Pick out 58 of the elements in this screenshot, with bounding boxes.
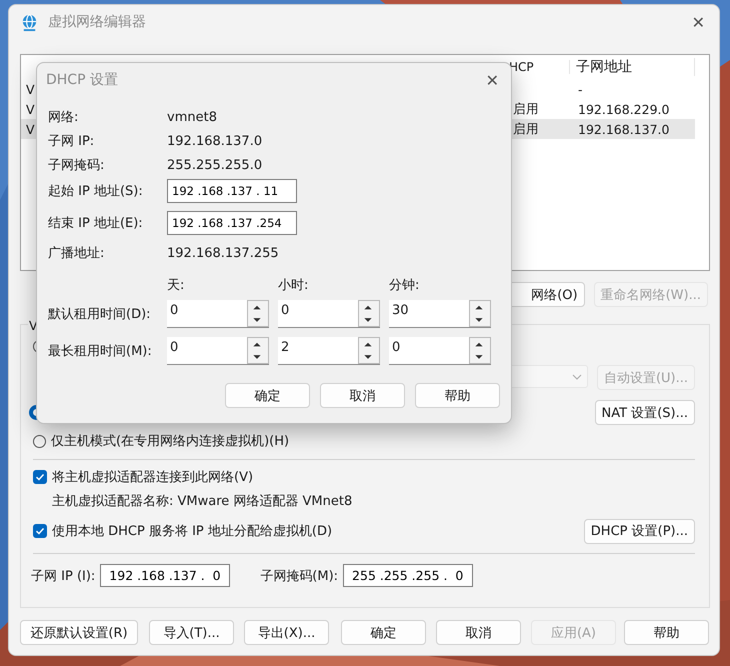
dialog-button[interactable]: 帮助 <box>415 383 500 408</box>
dialog-title: DHCP 设置 <box>46 71 118 89</box>
nat-settings-button[interactable]: NAT 设置(S)... <box>594 400 695 425</box>
checkbox[interactable] <box>33 470 47 484</box>
table-cell-text: 192.168.229.0 <box>577 102 670 116</box>
subnet-mask-field[interactable]: 255 .255 .255 . 0 <box>343 564 474 587</box>
chevron-icon <box>572 374 582 380</box>
field-value: 192.168.137.255 <box>167 246 279 260</box>
spin-box[interactable]: 0 <box>167 300 269 328</box>
unit-label: 天: <box>167 278 184 293</box>
field-value: 192.168.137.0 <box>167 134 262 148</box>
dialog-button[interactable]: 取消 <box>436 620 521 645</box>
spin-box[interactable]: 2 <box>278 337 380 365</box>
column-header[interactable]: 子网地址 <box>570 58 695 76</box>
spin-box[interactable]: 0 <box>389 337 491 365</box>
window-title: 虚拟网络编辑器 <box>48 13 146 31</box>
field-label: 子网 IP: <box>48 133 96 150</box>
dialog-button[interactable]: 帮助 <box>624 620 709 645</box>
dialog-button[interactable]: 取消 <box>320 383 405 408</box>
close-button[interactable]: ✕ <box>678 12 719 32</box>
dialog-button[interactable]: 确定 <box>341 620 426 645</box>
dialog-button[interactable]: 导出(X)... <box>244 620 329 645</box>
radio-button[interactable] <box>33 434 46 448</box>
spin-box[interactable]: 0 <box>167 337 269 365</box>
field-label: 广播地址: <box>48 245 106 262</box>
dialog-button[interactable]: 确定 <box>225 383 310 408</box>
globe-icon <box>20 12 39 32</box>
field-label: 子网掩码: <box>48 157 106 174</box>
table-cell: 启用 <box>513 100 539 116</box>
unit-label: 分钟: <box>389 278 420 293</box>
ip-field[interactable]: 192 .168 .137 .254 <box>167 211 297 235</box>
field-label: 起始 IP 地址(S): <box>48 183 144 200</box>
radio-label: 仅主机模式(在专用网络内连接虚拟机)(H) <box>51 433 290 450</box>
checkbox[interactable] <box>33 524 47 538</box>
adapter-name: 主机虚拟适配器名称: VMware 网络适配器 VMnet8 <box>52 493 352 510</box>
unit-label: 小时: <box>278 278 308 293</box>
dialog-button[interactable]: 导入(T)... <box>149 620 234 645</box>
ip-field[interactable]: 192 .168 .137 . 11 <box>167 179 297 203</box>
dialog-button[interactable]: 还原默认设置(R) <box>20 620 138 645</box>
checkbox-label: 使用本地 DHCP 服务将 IP 地址分配给虚拟机(D) <box>52 523 332 540</box>
field-value: vmnet8 <box>167 110 217 124</box>
checkbox-label: 将主机虚拟适配器连接到此网络(V) <box>52 469 254 486</box>
field-label: 子网掩码(M): <box>260 568 338 584</box>
table-cell-text: - <box>577 82 583 96</box>
spin-box[interactable]: 0 <box>278 300 380 328</box>
table-cell-text: 192.168.137.0 <box>577 122 670 136</box>
field-label: 默认租用时间(D): <box>48 306 152 323</box>
field-label: 子网 IP (I): <box>31 568 96 584</box>
table-cell: V <box>26 82 35 96</box>
field-label: 结束 IP 地址(E): <box>48 215 144 232</box>
field-label: 网络: <box>48 109 80 126</box>
table-cell: V <box>26 122 35 136</box>
field-label: 最长租用时间(M): <box>48 343 153 360</box>
table-cell: 启用 <box>513 120 539 136</box>
dhcp-settings-button[interactable]: DHCP 设置(P)... <box>584 518 695 544</box>
field-value: 255.255.255.0 <box>167 158 262 172</box>
spin-box[interactable]: 30 <box>389 300 491 328</box>
subnet-ip-field[interactable]: 192 .168 .137 . 0 <box>100 564 230 587</box>
